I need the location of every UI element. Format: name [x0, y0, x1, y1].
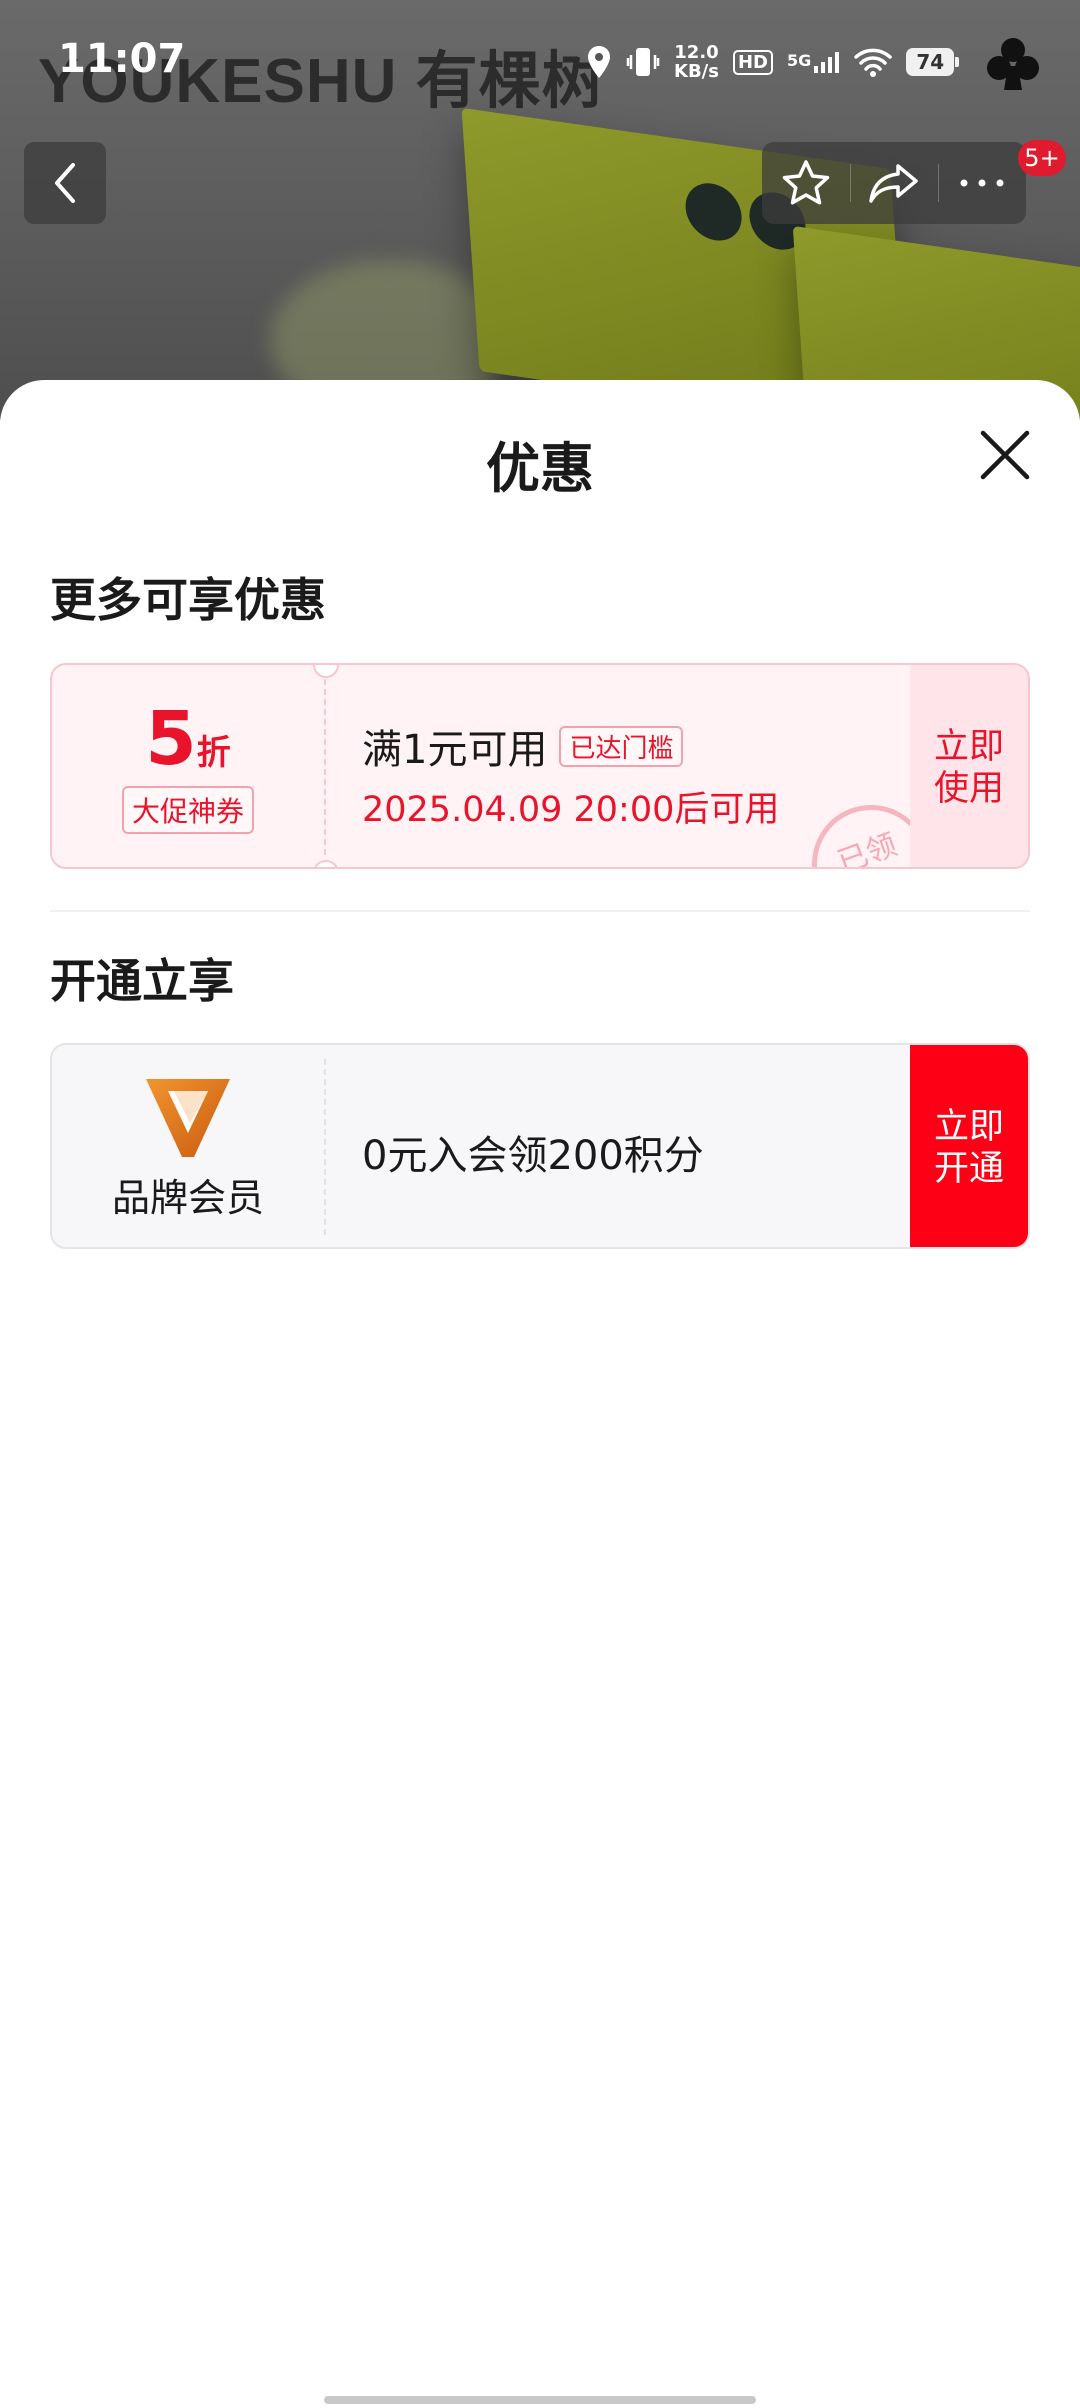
status-icons: 12.0 KB/s HD 5G 74: [586, 40, 960, 84]
signal-icon: 5G: [787, 51, 840, 73]
club-icon: [987, 38, 1039, 90]
star-icon: [782, 160, 830, 205]
coupon-discount-value: 5: [145, 696, 197, 782]
membership-label: 品牌会员: [111, 1175, 264, 1220]
hd-icon: HD: [732, 49, 773, 75]
use-now-label: 立即使用: [933, 727, 1004, 809]
coupon-discount-area: 5折 大促神券: [52, 665, 324, 867]
network-type: 5G: [786, 51, 812, 70]
close-icon: [980, 430, 1030, 480]
section-title-more-offers: 更多可享优惠: [50, 573, 326, 627]
coupon-discount: 5折: [145, 702, 231, 776]
open-membership-button[interactable]: 立即开通: [910, 1045, 1028, 1247]
use-now-button[interactable]: 立即使用: [910, 665, 1028, 867]
coupon-condition: 满1元可用: [362, 727, 548, 773]
close-button[interactable]: [978, 428, 1032, 482]
chevron-left-icon: [55, 163, 75, 203]
offers-sheet: 优惠 更多可享优惠 5折 大促神券 满1元可用 已达门槛 2025.04.09 …: [0, 380, 1080, 2408]
coupon-details: 满1元可用 已达门槛 2025.04.09 20:00后可用: [362, 717, 779, 832]
back-button[interactable]: [24, 142, 106, 224]
section-title-open-membership: 开通立享: [50, 954, 234, 1008]
coupon-type-tag: 大促神券: [121, 786, 254, 834]
wifi-icon: [854, 48, 892, 77]
battery-icon: 74: [906, 48, 960, 76]
network-speed: 12.0 KB/s: [674, 43, 719, 81]
threshold-reached-tag: 已达门槛: [559, 725, 684, 767]
status-time: 11:07: [58, 36, 186, 82]
header-actions: [762, 142, 1026, 224]
coupon-discount-unit: 折: [196, 733, 231, 773]
sheet-title: 优惠: [486, 437, 594, 500]
speed-value: 12.0: [674, 42, 719, 63]
message-badge: 5+: [1018, 140, 1066, 176]
share-button[interactable]: [850, 142, 938, 224]
more-dots-icon: [960, 179, 1004, 187]
share-icon: [869, 164, 918, 203]
membership-brand-area: 品牌会员: [52, 1045, 324, 1247]
vibrate-icon: [626, 48, 660, 76]
status-bar: 11:07 12.0 KB/s HD 5G 74: [0, 0, 1080, 120]
speed-unit: KB/s: [674, 61, 719, 82]
open-membership-label: 立即开通: [933, 1107, 1004, 1189]
membership-divider: [324, 1059, 326, 1235]
coupon-valid-time: 2025.04.09 20:00后可用: [362, 790, 780, 830]
membership-offer: 0元入会领200积分: [362, 1133, 704, 1179]
coupon-card: 5折 大促神券 满1元可用 已达门槛 2025.04.09 20:00后可用 已…: [50, 663, 1030, 869]
home-indicator[interactable]: [324, 2396, 756, 2404]
favorite-button[interactable]: [762, 142, 850, 224]
coupon-divider: [324, 679, 326, 855]
location-icon: [588, 46, 610, 78]
membership-card: 品牌会员 0元入会领200积分 立即开通: [50, 1043, 1030, 1249]
more-button[interactable]: [938, 142, 1026, 224]
section-divider: [50, 910, 1030, 912]
coupon-condition-row: 满1元可用 已达门槛: [362, 717, 779, 775]
brand-v-logo-icon: [146, 1078, 230, 1157]
